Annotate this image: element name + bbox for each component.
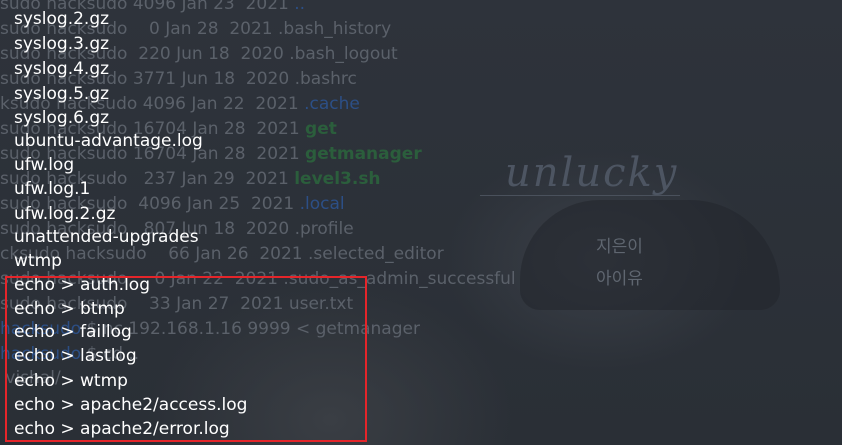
background-meta-text: 220 Jun 18 2020 xyxy=(132,44,284,64)
background-file-name: getmanager xyxy=(305,144,422,164)
background-file-name: .local xyxy=(299,194,345,214)
log-file-item: syslog.4.gz xyxy=(14,59,110,79)
background-meta-text: 66 Jan 26 2021 xyxy=(152,244,303,264)
log-file-item: syslog.2.gz xyxy=(14,9,110,29)
background-file-name: .bash_logout xyxy=(289,44,398,64)
log-file-item: ubuntu-advantage.log xyxy=(14,131,203,151)
car-silhouette xyxy=(520,200,780,310)
wallpaper-word: unlucky xyxy=(505,150,679,196)
background-meta-text: 237 Jan 29 2021 xyxy=(132,169,289,189)
log-file-item: wtmp xyxy=(14,251,62,271)
wallpaper-korean-1: 지은이 xyxy=(596,237,643,257)
wallpaper-korean-2: 아이유 xyxy=(596,269,643,289)
log-file-item: unattended-upgrades xyxy=(14,227,199,247)
background-file-name: .bashrc xyxy=(294,69,357,89)
background-meta-text: 0 Jan 28 2021 xyxy=(132,19,273,39)
log-file-item: ufw.log xyxy=(14,155,75,175)
log-file-item: ufw.log.2.gz xyxy=(14,204,116,224)
background-file-name: .profile xyxy=(294,219,354,239)
background-file-name: get xyxy=(305,119,337,139)
background-file-name: .. xyxy=(294,0,306,14)
background-meta-text: 4096 Jan 22 2021 xyxy=(142,94,299,114)
background-file-name: .selected_editor xyxy=(308,244,444,264)
background-file-name: level3.sh xyxy=(294,169,381,189)
background-meta-text: 4096 Jan 23 2021 xyxy=(132,0,289,14)
log-file-item: syslog.3.gz xyxy=(14,34,110,54)
log-file-item: syslog.5.gz xyxy=(14,84,110,104)
background-file-name: .bash_history xyxy=(278,19,392,39)
background-file-name: .cache xyxy=(304,94,360,114)
background-meta-text: 3771 Jun 18 2020 xyxy=(132,69,290,89)
background-meta-text: 4096 Jan 25 2021 xyxy=(132,194,295,214)
log-file-item: ufw.log.1 xyxy=(14,179,91,199)
highlight-box xyxy=(5,276,367,442)
background-listing-line: cksudo hacksudo 66 Jan 26 2021 .selected… xyxy=(0,244,444,264)
log-file-item: syslog.6.gz xyxy=(14,108,110,128)
